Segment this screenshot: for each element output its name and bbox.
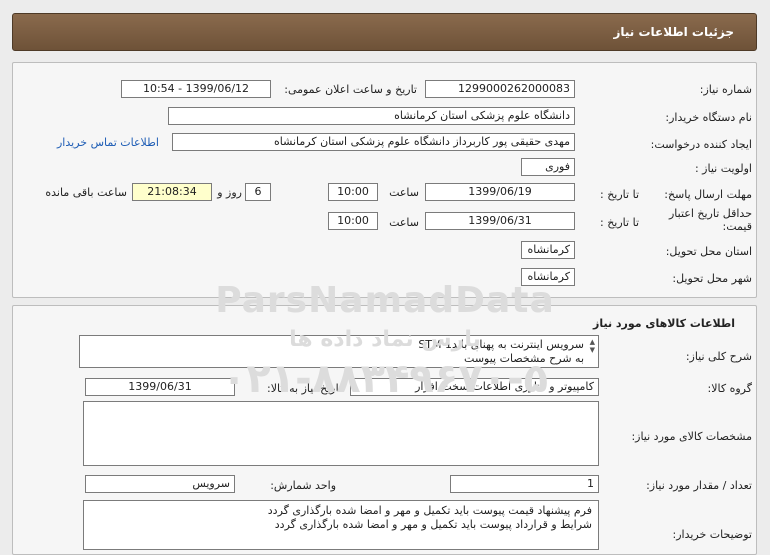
deadline-time-label: ساعت [389,186,419,199]
province-field: کرمانشاه [521,241,575,259]
summary-line-1: سرویس اینترنت به پهنای باندSTM 1 [418,338,584,351]
creator-label: ایجاد کننده درخواست: [650,138,752,151]
validity-time-field: 10:00 [328,212,378,230]
summary-field: ▲ ▼ سرویس اینترنت به پهنای باندSTM 1 به ش… [79,335,599,368]
deadline-date-field: 1399/06/19 [425,183,575,201]
remaining-time-field: 21:08:34 [132,183,212,201]
buyer-note-line-1: فرم پیشنهاد قیمت پیوست باید تکمیل و مهر … [267,504,592,517]
validity-time-label: ساعت [389,216,419,229]
days-label: روز و [217,186,242,199]
deadline-until-label: تا تاریخ : [600,188,639,201]
need-date-field: 1399/06/31 [85,378,235,396]
quantity-field: 1 [450,475,599,493]
buyer-contact-link[interactable]: اطلاعات تماس خریدار [57,136,159,149]
need-number-label: شماره نیاز: [699,83,752,96]
buyer-note-line-2: شرایط و قرارداد پیوست باید تکمیل و مهر و… [274,518,592,531]
deadline-time-field: 10:00 [328,183,378,201]
creator-field: مهدی حقیقی پور کاربرداز دانشگاه علوم پزش… [172,133,575,151]
goods-group-label: گروه کالا: [707,382,752,395]
buyer-notes-label: توضیحات خریدار: [672,528,753,541]
buyer-label: نام دستگاه خریدار: [665,111,752,124]
buyer-field: دانشگاه علوم پزشکی استان کرمانشاه [168,107,575,125]
unit-label: واحد شمارش: [270,479,336,492]
priority-field: فوری [521,158,575,176]
validity-until-label: تا تاریخ : [600,216,639,229]
province-label: استان محل تحویل: [665,245,752,258]
announce-date-label: تاریخ و ساعت اعلان عمومی: [284,83,417,96]
need-date-label: تاریخ نیاز به کالا: [267,382,342,395]
announce-date-field: 1399/06/12 - 10:54 [121,80,271,98]
days-remaining-field: 6 [245,183,271,201]
specs-label: مشخصات کالای مورد نیاز: [631,430,752,443]
page-title: جزئیات اطلاعات نیاز [613,25,734,39]
summary-label: شرح کلی نیاز: [685,350,752,363]
need-number-field: 1299000262000083 [425,80,575,98]
validity-label-1: حداقل تاریخ اعتبار [668,207,752,220]
deadline-label: مهلت ارسال پاسخ: [664,188,752,201]
priority-label: اولویت نیاز : [694,162,752,175]
validity-date-field: 1399/06/31 [425,212,575,230]
city-label: شهر محل تحویل: [672,272,752,285]
quantity-label: تعداد / مقدار مورد نیاز: [646,479,752,492]
page-header: جزئیات اطلاعات نیاز [12,13,757,51]
scroll-arrows-icon[interactable]: ▲ ▼ [590,338,595,354]
validity-label-2: قیمت: [722,220,752,233]
city-field: کرمانشاه [521,268,575,286]
goods-group-field: کامپیوتر و فناوری اطلاعات-سخت افزار [350,378,599,396]
unit-field: سرویس [85,475,235,493]
buyer-notes-field: فرم پیشنهاد قیمت پیوست باید تکمیل و مهر … [83,500,599,550]
specs-field [83,401,599,466]
summary-line-2: به شرح مشخصات پیوست [464,352,584,365]
goods-section-title: اطلاعات کالاهای مورد نیاز [593,317,735,330]
remaining-time-label: ساعت باقی مانده [45,186,127,199]
